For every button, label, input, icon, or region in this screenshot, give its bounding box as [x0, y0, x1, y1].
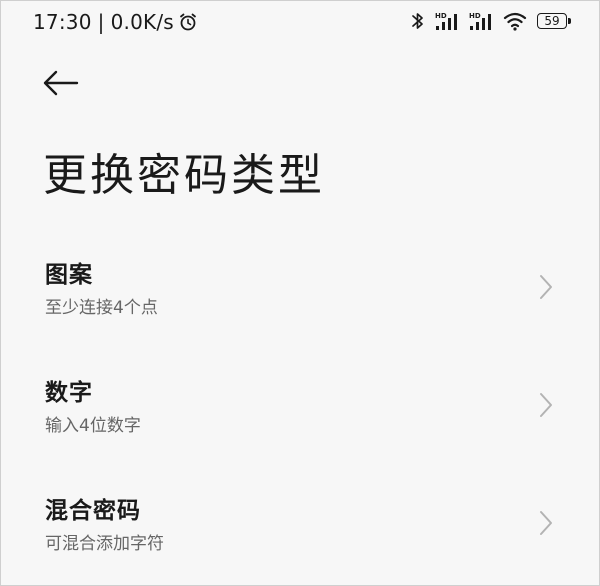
status-bar-left: 17:30 | 0.0K/s — [33, 10, 198, 34]
option-subtitle: 至少连接4个点 — [45, 298, 158, 318]
svg-text:HD: HD — [435, 12, 447, 20]
status-time: 17:30 — [33, 10, 92, 34]
alarm-icon — [179, 13, 196, 31]
option-pattern[interactable]: 图案 至少连接4个点 — [1, 241, 599, 359]
option-subtitle: 可混合添加字符 — [45, 534, 164, 554]
status-separator: | — [97, 10, 105, 34]
svg-text:HD: HD — [469, 12, 481, 20]
status-bar: 17:30 | 0.0K/s HD HD 59 — [1, 1, 599, 45]
chevron-right-icon — [540, 511, 552, 535]
arrow-left-icon — [43, 70, 79, 96]
chevron-right-icon — [540, 275, 552, 299]
back-button[interactable] — [41, 65, 85, 101]
option-title: 数字 — [45, 380, 93, 406]
network-speed: 0.0K/s — [110, 10, 174, 34]
wifi-icon — [503, 12, 527, 31]
hd-signal-icon: HD — [435, 12, 457, 30]
status-bar-right: HD HD 59 — [411, 11, 571, 31]
page-title: 更换密码类型 — [43, 150, 325, 201]
battery-icon: 59 — [537, 13, 571, 29]
battery-level: 59 — [544, 14, 560, 28]
option-title: 混合密码 — [45, 498, 141, 524]
option-list: 图案 至少连接4个点 数字 输入4位数字 混合密码 可混合添加字符 — [1, 241, 599, 585]
screen: 17:30 | 0.0K/s HD HD 59 更换密码类型 图案 至少连接4个… — [0, 0, 600, 586]
bluetooth-icon — [412, 13, 423, 29]
option-subtitle: 输入4位数字 — [45, 416, 141, 436]
option-mixed[interactable]: 混合密码 可混合添加字符 — [1, 477, 599, 585]
hd-signal-icon: HD — [469, 12, 491, 30]
option-title: 图案 — [45, 262, 93, 288]
option-numeric[interactable]: 数字 输入4位数字 — [1, 359, 599, 477]
chevron-right-icon — [540, 393, 552, 417]
